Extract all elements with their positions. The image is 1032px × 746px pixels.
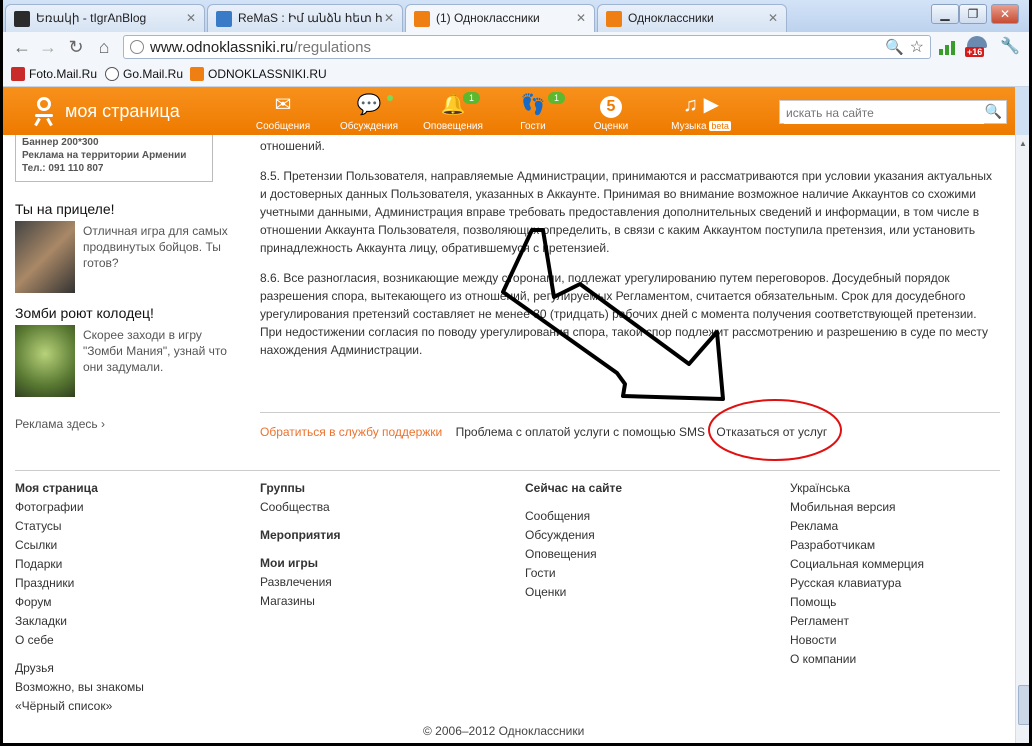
page-scrollbar[interactable]: ▲ bbox=[1015, 135, 1029, 743]
bookmark-go-mail[interactable]: Go.Mail.Ru bbox=[105, 67, 183, 81]
circle-annotation bbox=[708, 399, 842, 461]
page-info-icon[interactable] bbox=[130, 40, 144, 54]
footer-col-groups: Группы Сообщества Мероприятия Мои игры Р… bbox=[260, 479, 341, 611]
arrow-annotation bbox=[501, 228, 725, 401]
bookmarks-bar: Foto.Mail.Ru Go.Mail.Ru ODNOKLASSNIKI.RU bbox=[3, 62, 1029, 87]
close-tab-icon[interactable]: ✕ bbox=[768, 11, 778, 25]
footer-link[interactable]: Праздники bbox=[15, 574, 144, 593]
close-window-button[interactable]: ✕ bbox=[991, 4, 1019, 24]
tab-strip: Եռակի - tIgrAnBlog ✕ ReMaS : Իմ անձն հետ… bbox=[3, 0, 1029, 32]
ok-favicon-icon bbox=[414, 11, 430, 27]
extension-badge: +16 bbox=[965, 47, 985, 57]
ok-favicon-icon bbox=[606, 11, 622, 27]
footer-link[interactable]: Друзья bbox=[15, 659, 144, 678]
scroll-thumb[interactable] bbox=[1018, 685, 1029, 725]
footer-link[interactable]: Сообщения bbox=[525, 507, 622, 526]
signal-bars-icon[interactable] bbox=[939, 39, 957, 55]
footer-link[interactable]: Статусы bbox=[15, 517, 144, 536]
footer-link[interactable]: Оценки bbox=[525, 583, 622, 602]
footer-link[interactable]: Українська bbox=[790, 479, 924, 498]
footer-link[interactable]: Развлечения bbox=[260, 573, 341, 592]
remas-favicon-icon bbox=[216, 11, 232, 27]
bookmark-foto-mail[interactable]: Foto.Mail.Ru bbox=[11, 67, 97, 81]
footer-link[interactable]: О компании bbox=[790, 650, 924, 669]
footer-link[interactable]: Регламент bbox=[790, 612, 924, 631]
forward-button[interactable]: → bbox=[37, 36, 59, 58]
home-button[interactable]: ⌂ bbox=[93, 36, 115, 58]
footer-link[interactable]: Форум bbox=[15, 593, 144, 612]
minimize-button[interactable]: ▁ bbox=[931, 4, 959, 24]
tab-remas[interactable]: ReMaS : Իմ անձն հետ հ ✕ bbox=[207, 4, 403, 32]
tab-title: Одноклассники bbox=[628, 11, 714, 25]
close-tab-icon[interactable]: ✕ bbox=[186, 11, 196, 25]
footer-link[interactable]: Русская клавиатура bbox=[790, 574, 924, 593]
browser-toolbar: ← → ↻ ⌂ www.odnoklassniki.ru/regulations… bbox=[3, 32, 1029, 62]
footer-divider bbox=[15, 470, 1000, 471]
tab-title: Եռակի - tIgrAnBlog bbox=[36, 11, 147, 25]
tab-title: (1) Одноклассники bbox=[436, 11, 540, 25]
scroll-up-icon[interactable]: ▲ bbox=[1019, 139, 1027, 148]
footer-heading[interactable]: Мероприятия bbox=[260, 528, 341, 542]
footer-col-online: Сейчас на сайте Сообщения Обсуждения Опо… bbox=[525, 479, 622, 602]
bookmark-star-icon[interactable]: ☆ bbox=[910, 37, 924, 57]
tab-odnoklassniki[interactable]: Одноклассники ✕ bbox=[597, 4, 787, 32]
ok-favicon-icon bbox=[190, 67, 204, 81]
footer-link[interactable]: «Чёрный список» bbox=[15, 697, 144, 716]
footer-link[interactable]: Закладки bbox=[15, 612, 144, 631]
footer-col-my-page: Моя страница Фотографии Статусы Ссылки П… bbox=[15, 479, 144, 716]
footer-link[interactable]: Обсуждения bbox=[525, 526, 622, 545]
close-tab-icon[interactable]: ✕ bbox=[576, 11, 586, 25]
url-host: www.odnoklassniki.ru bbox=[150, 39, 294, 56]
footer-heading[interactable]: Моя страница bbox=[15, 481, 98, 495]
copyright: © 2006–2012 Одноклассники bbox=[423, 724, 585, 738]
footer-col-misc: Українська Мобильная версия Реклама Разр… bbox=[790, 479, 924, 669]
tab-title: ReMaS : Իմ անձն հետ հ bbox=[238, 11, 383, 25]
globe-icon bbox=[105, 67, 119, 81]
footer-link[interactable]: Помощь bbox=[790, 593, 924, 612]
search-provider-icon[interactable]: 🔍 bbox=[885, 38, 904, 56]
footer-link[interactable]: Магазины bbox=[260, 592, 341, 611]
footer-link[interactable]: Фотографии bbox=[15, 498, 144, 517]
close-tab-icon[interactable]: ✕ bbox=[384, 11, 394, 25]
footer-link[interactable]: Возможно, вы знакомы bbox=[15, 678, 144, 697]
bookmark-odnoklassniki[interactable]: ODNOKLASSNIKI.RU bbox=[190, 67, 327, 81]
footer-link[interactable]: Подарки bbox=[15, 555, 144, 574]
extension-icon[interactable]: +16 bbox=[965, 34, 991, 60]
mail-favicon-icon bbox=[11, 67, 25, 81]
footer-link[interactable]: Реклама bbox=[790, 517, 924, 536]
footer-heading[interactable]: Сейчас на сайте bbox=[525, 481, 622, 495]
footer-link[interactable]: Сообщества bbox=[260, 498, 341, 517]
footer-link[interactable]: Разработчикам bbox=[790, 536, 924, 555]
footer-link[interactable]: Новости bbox=[790, 631, 924, 650]
reload-button[interactable]: ↻ bbox=[65, 36, 87, 58]
footer-link[interactable]: Ссылки bbox=[15, 536, 144, 555]
footer-heading[interactable]: Группы bbox=[260, 481, 305, 495]
browser-window: Եռակի - tIgrAnBlog ✕ ReMaS : Իմ անձն հետ… bbox=[3, 0, 1029, 743]
tab-odnoklassniki-active[interactable]: (1) Одноклассники ✕ bbox=[405, 4, 595, 32]
footer-link[interactable]: Гости bbox=[525, 564, 622, 583]
footer-link[interactable]: Социальная коммерция bbox=[790, 555, 924, 574]
address-bar[interactable]: www.odnoklassniki.ru/regulations 🔍 ☆ bbox=[123, 35, 931, 59]
wrench-menu-icon[interactable]: 🔧 bbox=[999, 36, 1021, 58]
url-path: /regulations bbox=[293, 39, 371, 56]
footer-heading[interactable]: Мои игры bbox=[260, 556, 318, 570]
tab-tigranblog[interactable]: Եռակի - tIgrAnBlog ✕ bbox=[5, 4, 205, 32]
footer-link[interactable]: Мобильная версия bbox=[790, 498, 924, 517]
blog-favicon-icon bbox=[14, 11, 30, 27]
footer-link[interactable]: О себе bbox=[15, 631, 144, 650]
footer-link[interactable]: Оповещения bbox=[525, 545, 622, 564]
page-content: моя страница ✉ Сообщения 💬 Обсуждения 🔔 Опо… bbox=[3, 87, 1015, 743]
back-button[interactable]: ← bbox=[11, 36, 33, 58]
maximize-button[interactable]: ❐ bbox=[959, 4, 987, 24]
